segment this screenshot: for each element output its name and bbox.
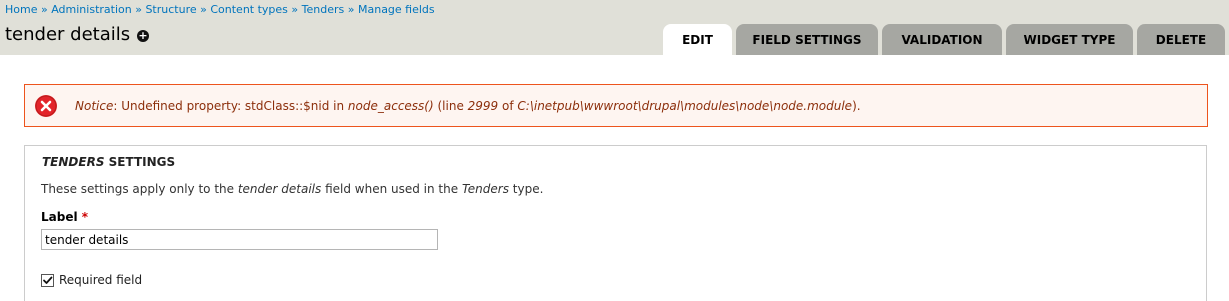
required-field-label[interactable]: Required field [59, 273, 142, 287]
legend-rest: SETTINGS [104, 155, 176, 169]
tab-field-settings[interactable]: FIELD SETTINGS [736, 24, 878, 55]
breadcrumb-manage-fields[interactable]: Manage fields [358, 3, 435, 16]
breadcrumb-separator: » [40, 3, 52, 16]
required-field-checkbox[interactable] [41, 274, 54, 287]
label-field-label: Label * [41, 210, 88, 224]
error-message: Notice: Undefined property: stdClass::$n… [24, 84, 1208, 127]
page-header: Home » Administration » Structure » Cont… [0, 0, 1229, 55]
breadcrumb-separator: » [135, 3, 146, 16]
breadcrumb-separator: » [200, 3, 211, 16]
label-text: Label [41, 210, 78, 224]
breadcrumb-separator: » [291, 3, 302, 16]
error-icon [35, 95, 57, 117]
fieldset-legend: TENDERS SETTINGS [42, 155, 175, 169]
fieldset-description: These settings apply only to the tender … [41, 181, 543, 197]
message-text-part: of [498, 99, 518, 113]
plus-circle-icon[interactable]: + [137, 30, 149, 42]
message-line: 2999 [467, 99, 499, 113]
error-message-text: Notice: Undefined property: stdClass::$n… [75, 98, 861, 114]
description-text-part: field when used in the [321, 182, 462, 196]
tab-widget-type[interactable]: WIDGET TYPE [1006, 24, 1133, 55]
page-title: tender details [5, 24, 131, 45]
tab-edit[interactable]: EDIT [663, 24, 732, 55]
instance-settings-fieldset: TENDERS SETTINGS These settings apply on… [24, 145, 1207, 301]
description-text-part: type. [508, 182, 544, 196]
message-path: C:\inetpub\wwwroot\drupal\modules\node\n… [517, 99, 853, 113]
breadcrumb-administration[interactable]: Administration [51, 3, 132, 16]
description-type-name: Tenders [461, 182, 509, 196]
breadcrumb-structure[interactable]: Structure [145, 3, 196, 16]
required-marker: * [81, 210, 89, 224]
label-input[interactable] [41, 229, 438, 250]
message-text-part: : Undefined property: stdClass::$nid in [113, 99, 348, 113]
description-field-name: tender details [237, 182, 322, 196]
notice-label: Notice [75, 99, 114, 113]
breadcrumb-separator: » [347, 3, 358, 16]
message-text-part: (line [433, 99, 468, 113]
breadcrumb: Home » Administration » Structure » Cont… [5, 3, 435, 17]
tab-validation[interactable]: VALIDATION [882, 24, 1002, 55]
breadcrumb-tenders[interactable]: Tenders [302, 3, 345, 16]
message-text-part: ). [852, 99, 861, 113]
breadcrumb-home[interactable]: Home [5, 3, 37, 16]
message-function: node_access() [347, 99, 434, 113]
tab-delete[interactable]: DELETE [1137, 24, 1225, 55]
breadcrumb-content-types[interactable]: Content types [210, 3, 288, 16]
description-text-part: These settings apply only to the [41, 182, 238, 196]
legend-type-name: TENDERS [42, 155, 105, 169]
checkmark-icon [43, 276, 53, 284]
